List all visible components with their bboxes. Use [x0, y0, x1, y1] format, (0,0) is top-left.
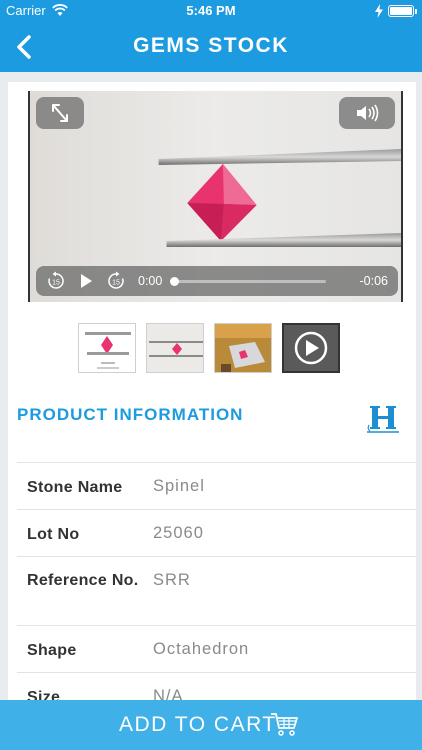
scrubber-knob[interactable]	[170, 277, 179, 286]
info-value: SRR	[153, 571, 191, 589]
volume-button[interactable]	[339, 97, 395, 129]
info-label: Shape	[27, 642, 77, 659]
info-value: 25060	[153, 524, 204, 542]
video-scrubber[interactable]	[170, 277, 326, 286]
info-row-shape: Shape Octahedron	[17, 625, 416, 672]
gem-thumbnail-image	[147, 324, 203, 372]
gem-thumbnail-image	[215, 324, 271, 372]
page-title: GEMS STOCK	[133, 34, 289, 57]
remaining-time: -0:06	[359, 274, 389, 288]
play-circle-icon	[284, 325, 338, 371]
svg-text:15: 15	[52, 280, 60, 287]
battery-icon	[388, 5, 417, 17]
info-label: Lot No	[27, 526, 80, 543]
thumbnail-video[interactable]	[282, 323, 340, 373]
thumbnail-gem-photo-3[interactable]	[214, 323, 272, 373]
product-information-heading: PRODUCT INFORMATION	[17, 405, 244, 424]
fullscreen-button[interactable]	[36, 97, 84, 129]
thumbnail-gem-photo-2[interactable]	[146, 323, 204, 373]
nav-bar: GEMS STOCK	[0, 22, 422, 72]
product-video-player[interactable]: 15 15 0:00 -0:06	[28, 91, 403, 302]
info-label: Reference No.	[27, 572, 139, 589]
shopping-cart-icon	[271, 713, 298, 736]
add-to-cart-button[interactable]: ADD TO CART	[0, 700, 422, 750]
status-bar: Carrier 5:46 PM	[0, 0, 422, 22]
info-value: Octahedron	[153, 640, 250, 658]
brand-logo	[367, 406, 399, 433]
video-controls: 15 15 0:00 -0:06	[36, 266, 398, 296]
info-row-reference-no: Reference No. SRR	[17, 556, 416, 625]
info-label: Stone Name	[27, 479, 123, 496]
status-time: 5:46 PM	[186, 3, 236, 18]
skip-forward-15-icon[interactable]: 15	[106, 271, 126, 291]
add-to-cart-label: ADD TO CART	[119, 713, 277, 736]
play-icon[interactable]	[76, 271, 96, 291]
expand-icon	[52, 104, 68, 122]
gem-thumbnail-image	[79, 324, 135, 372]
info-value: Spinel	[153, 477, 205, 495]
skip-back-15-icon[interactable]: 15	[46, 271, 66, 291]
charging-icon	[375, 4, 383, 18]
svg-text:15: 15	[112, 280, 120, 287]
info-row-stone-name: Stone Name Spinel	[17, 462, 416, 509]
product-info-list: Stone Name Spinel Lot No 25060 Reference…	[17, 462, 416, 719]
info-row-lot-no: Lot No 25060	[17, 509, 416, 556]
volume-icon	[357, 104, 379, 122]
product-card: 15 15 0:00 -0:06 PRODUCT INFORMATION Sto…	[8, 82, 416, 722]
media-thumbnails	[78, 323, 348, 373]
current-time: 0:00	[138, 274, 163, 288]
thumbnail-gem-photo-1[interactable]	[78, 323, 136, 373]
